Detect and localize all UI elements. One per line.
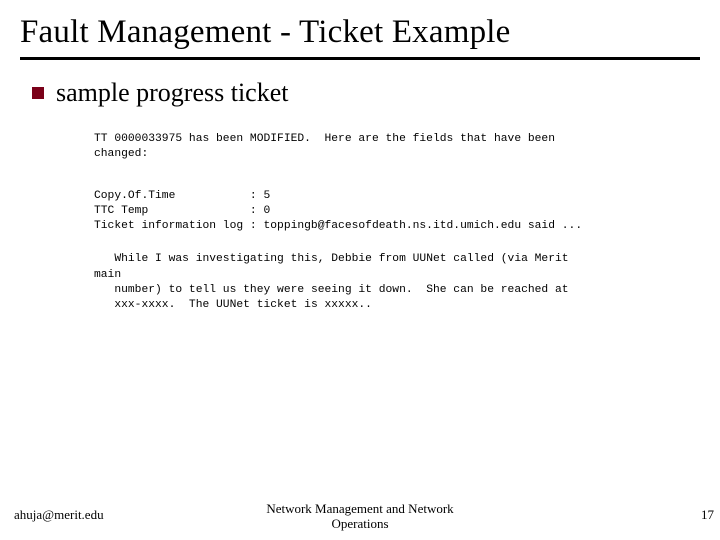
- bullet-text: sample progress ticket: [56, 78, 289, 108]
- slide: Fault Management - Ticket Example sample…: [0, 0, 720, 540]
- bullet-square-icon: [32, 87, 44, 99]
- page-title: Fault Management - Ticket Example: [20, 14, 700, 51]
- footer-page-number: 17: [701, 507, 714, 523]
- ticket-fields-text: Copy.Of.Time : 5 TTC Temp : 0 Ticket inf…: [94, 189, 680, 235]
- footer-title: Network Management and Network Operation…: [0, 502, 720, 532]
- footer-email: ahuja@merit.edu: [14, 507, 104, 523]
- ticket-paragraph-text: While I was investigating this, Debbie f…: [94, 252, 680, 313]
- bullet-item: sample progress ticket: [32, 78, 700, 108]
- ticket-header-text: TT 0000033975 has been MODIFIED. Here ar…: [94, 132, 680, 163]
- title-rule: [20, 57, 700, 60]
- footer: ahuja@merit.edu Network Management and N…: [0, 502, 720, 532]
